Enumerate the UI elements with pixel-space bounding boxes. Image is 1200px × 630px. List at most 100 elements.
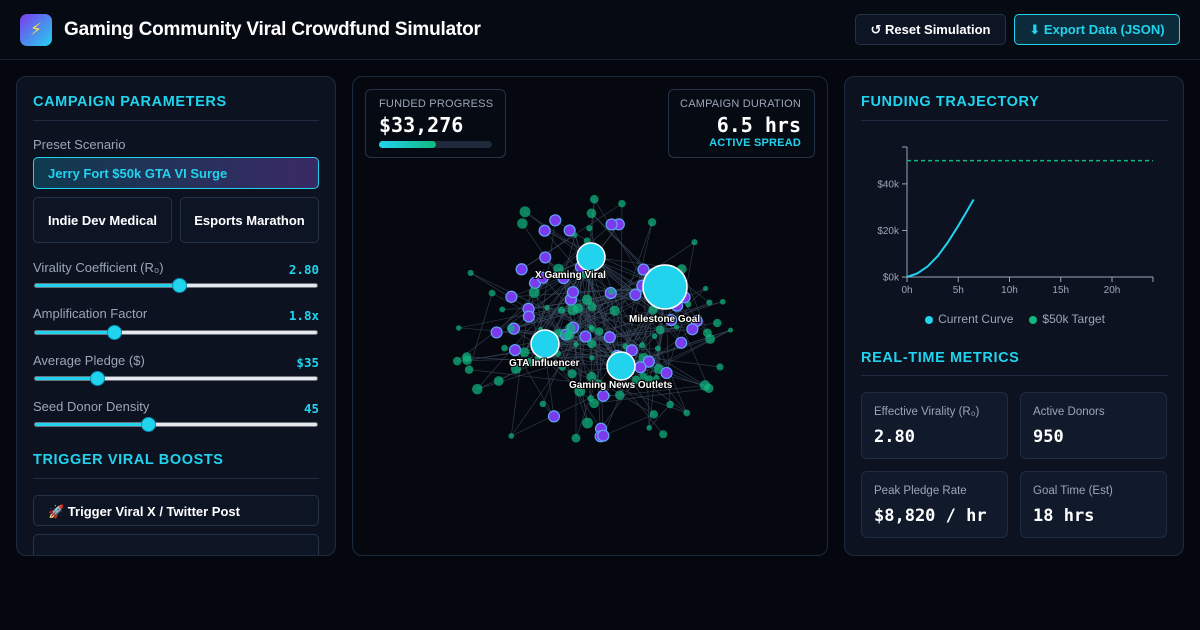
donor-node[interactable] [702, 285, 709, 292]
donor-node[interactable] [608, 288, 615, 296]
donor-node[interactable] [488, 289, 496, 297]
donor-node[interactable] [467, 269, 474, 277]
donor-node[interactable] [706, 299, 713, 306]
donor-network-graph[interactable]: X Gaming Viral Milestone Goal GTA Influe… [353, 77, 828, 556]
donor-node[interactable] [674, 324, 680, 330]
donor-node[interactable] [655, 325, 665, 335]
donor-node[interactable] [472, 383, 483, 395]
trigger-twitter-post-button[interactable]: 🚀 Trigger Viral X / Twitter Post [33, 495, 319, 526]
average-pledge-slider[interactable] [34, 371, 318, 386]
donor-node[interactable] [704, 383, 714, 394]
export-data-button[interactable]: ⬇ Export Data (JSON) [1014, 14, 1180, 45]
preset-esports-button[interactable]: Esports Marathon [180, 197, 319, 243]
slider-thumb[interactable] [140, 417, 156, 432]
donor-node[interactable] [455, 325, 462, 331]
donor-node-active[interactable] [538, 224, 551, 237]
donor-node-active[interactable] [675, 336, 688, 349]
donor-node[interactable] [615, 390, 625, 400]
donor-node[interactable] [647, 218, 657, 227]
donor-node[interactable] [506, 324, 515, 333]
donor-node[interactable] [462, 352, 472, 362]
donor-node[interactable] [595, 327, 604, 336]
donor-node[interactable] [519, 206, 531, 218]
donor-node[interactable] [654, 345, 661, 352]
donor-node[interactable] [572, 232, 578, 238]
hub-node[interactable] [642, 264, 688, 310]
seed-density-slider[interactable] [34, 417, 318, 432]
donor-node-active[interactable] [660, 366, 673, 380]
donor-node[interactable] [564, 330, 575, 341]
donor-node[interactable] [719, 298, 726, 305]
donor-node[interactable] [728, 327, 734, 333]
donor-node[interactable] [666, 400, 674, 409]
donor-node-active[interactable] [597, 389, 610, 402]
hub-node[interactable] [530, 329, 560, 359]
donor-node[interactable] [493, 376, 504, 386]
donor-node[interactable] [528, 287, 540, 298]
donor-node[interactable] [452, 356, 462, 366]
donor-node-active[interactable] [597, 429, 610, 442]
donor-node[interactable] [639, 372, 647, 380]
donor-node[interactable] [639, 342, 646, 349]
slider-thumb[interactable] [90, 371, 106, 386]
donor-node-active[interactable] [522, 310, 535, 323]
donor-node[interactable] [691, 239, 698, 246]
donor-node-active[interactable] [539, 251, 552, 264]
slider-thumb[interactable] [106, 325, 122, 340]
preset-indie-dev-button[interactable]: Indie Dev Medical [33, 197, 172, 243]
donor-node[interactable] [519, 347, 530, 358]
lightning-icon: ⚡ [20, 14, 52, 46]
donor-node[interactable] [589, 194, 599, 204]
donor-node[interactable] [646, 425, 653, 431]
donor-node[interactable] [586, 208, 597, 219]
preset-jerry-fort-button[interactable]: Jerry Fort $50k GTA VI Surge [33, 157, 319, 189]
donor-node[interactable] [544, 304, 550, 311]
donor-node[interactable] [716, 363, 724, 371]
donor-node-active[interactable] [634, 361, 647, 374]
hub-node[interactable] [576, 242, 606, 272]
donor-node[interactable] [609, 305, 620, 316]
donor-node[interactable] [649, 410, 659, 419]
donor-node[interactable] [567, 369, 577, 379]
donor-node[interactable] [557, 306, 566, 314]
donor-node[interactable] [517, 218, 528, 229]
donor-node-active[interactable] [603, 331, 616, 344]
donor-node[interactable] [586, 225, 593, 232]
donor-node-active[interactable] [515, 263, 528, 276]
donor-node[interactable] [582, 417, 593, 429]
divider [861, 120, 1168, 121]
boost-button-2[interactable] [33, 534, 319, 555]
donor-node-active[interactable] [549, 214, 562, 227]
donor-node[interactable] [588, 324, 594, 330]
slider-thumb[interactable] [171, 278, 187, 293]
donor-node-active[interactable] [508, 344, 522, 357]
donor-node[interactable] [659, 430, 668, 439]
donor-node[interactable] [587, 394, 595, 402]
donor-node[interactable] [683, 409, 691, 417]
donor-node[interactable] [501, 344, 508, 352]
donor-node-active[interactable] [505, 290, 518, 303]
virality-slider[interactable] [34, 278, 318, 293]
amplification-slider[interactable] [34, 325, 318, 340]
donor-node[interactable] [618, 199, 626, 208]
donor-node[interactable] [651, 333, 658, 340]
hub-node[interactable] [606, 351, 636, 381]
donor-node[interactable] [713, 318, 722, 328]
reset-simulation-button[interactable]: ↺ Reset Simulation [855, 14, 1006, 45]
donor-node[interactable] [508, 433, 515, 439]
donor-node[interactable] [567, 304, 579, 316]
donor-node[interactable] [589, 355, 595, 361]
donor-node-active[interactable] [605, 218, 618, 231]
donor-node[interactable] [587, 339, 597, 349]
donor-node-active[interactable] [547, 410, 561, 423]
donor-node[interactable] [464, 365, 474, 374]
donor-node[interactable] [573, 341, 579, 348]
donor-node-active[interactable] [686, 323, 699, 336]
donor-node[interactable] [705, 334, 716, 344]
donor-node[interactable] [571, 433, 581, 443]
donor-node[interactable] [539, 400, 547, 408]
donor-node-active[interactable] [490, 326, 503, 339]
donor-node[interactable] [587, 302, 597, 312]
donor-node-active[interactable] [566, 286, 580, 299]
donor-node[interactable] [499, 306, 506, 313]
